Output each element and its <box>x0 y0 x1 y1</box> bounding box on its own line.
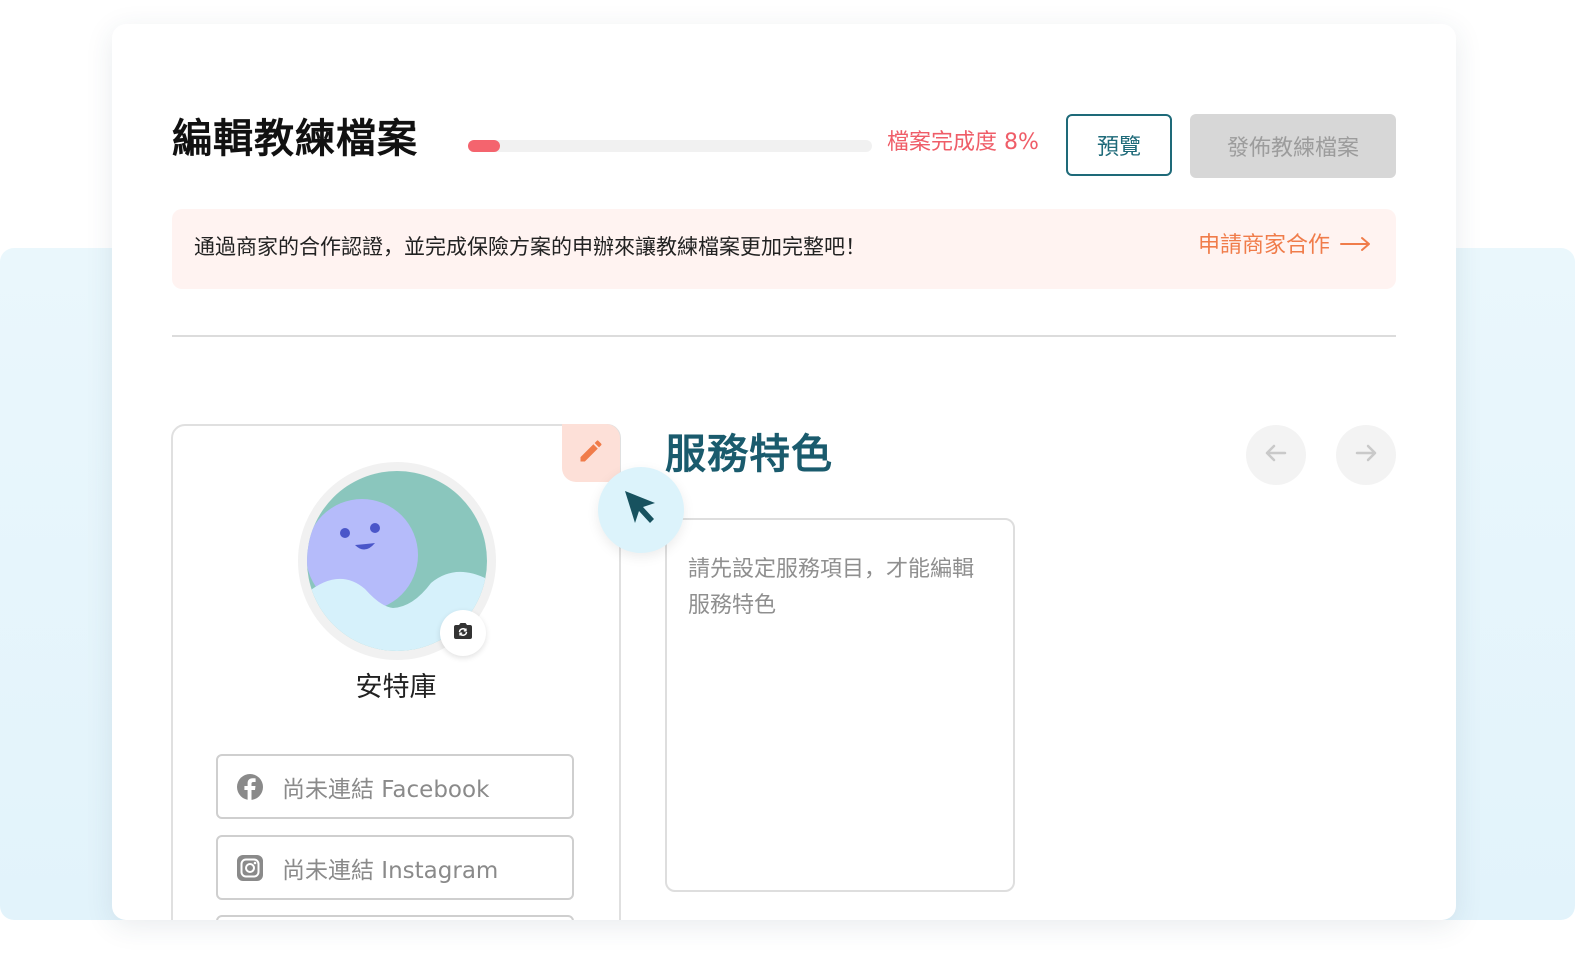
progress-bar <box>468 140 872 152</box>
notice-banner: 通過商家的合作認證，並完成保險方案的申辦來讓教練檔案更加完整吧！ 申請商家合作 <box>172 209 1396 289</box>
progress-fill <box>468 140 501 152</box>
facebook-link-field[interactable]: 尚未連結 Facebook <box>216 754 574 819</box>
progress-label: 檔案完成度 8% <box>887 130 1039 155</box>
apply-partner-link[interactable]: 申請商家合作 <box>1198 235 1372 257</box>
cursor-indicator <box>598 467 684 553</box>
facebook-icon <box>236 773 264 801</box>
page-title: 編輯教練檔案 <box>172 115 418 162</box>
profile-name: 安特庫 <box>355 672 437 703</box>
instagram-link-label: 尚未連結 Instagram <box>282 857 499 884</box>
instagram-link-field[interactable]: 尚未連結 Instagram <box>216 835 574 900</box>
service-feature-placeholder: 請先設定服務項目，才能編輯服務特色 <box>688 557 975 618</box>
preview-button[interactable]: 預覽 <box>1066 114 1172 176</box>
previous-button[interactable] <box>1246 425 1306 485</box>
instagram-icon <box>236 854 264 882</box>
divider <box>172 335 1396 337</box>
arrow-right-long-icon <box>1340 235 1372 257</box>
facebook-link-label: 尚未連結 Facebook <box>282 776 490 803</box>
editor-card: 編輯教練檔案 檔案完成度 8% 預覽 發佈教練檔案 通過商家的合作認證，並完成保… <box>112 24 1456 920</box>
next-button[interactable] <box>1336 425 1396 485</box>
social-link-field[interactable] <box>216 915 574 920</box>
camera-icon <box>452 621 474 645</box>
edit-profile-button[interactable] <box>562 424 620 482</box>
publish-button[interactable]: 發佈教練檔案 <box>1190 114 1396 178</box>
service-feature-card: 請先設定服務項目，才能編輯服務特色 <box>665 518 1015 892</box>
arrow-left-icon <box>1262 439 1290 471</box>
pencil-icon <box>577 437 605 469</box>
section-title: 服務特色 <box>665 430 833 478</box>
change-photo-button[interactable] <box>440 610 486 656</box>
notice-message: 通過商家的合作認證，並完成保險方案的申辦來讓教練檔案更加完整吧！ <box>194 235 866 259</box>
cursor-icon <box>621 488 661 532</box>
arrow-right-icon <box>1352 439 1380 471</box>
apply-partner-link-label: 申請商家合作 <box>1197 233 1330 258</box>
